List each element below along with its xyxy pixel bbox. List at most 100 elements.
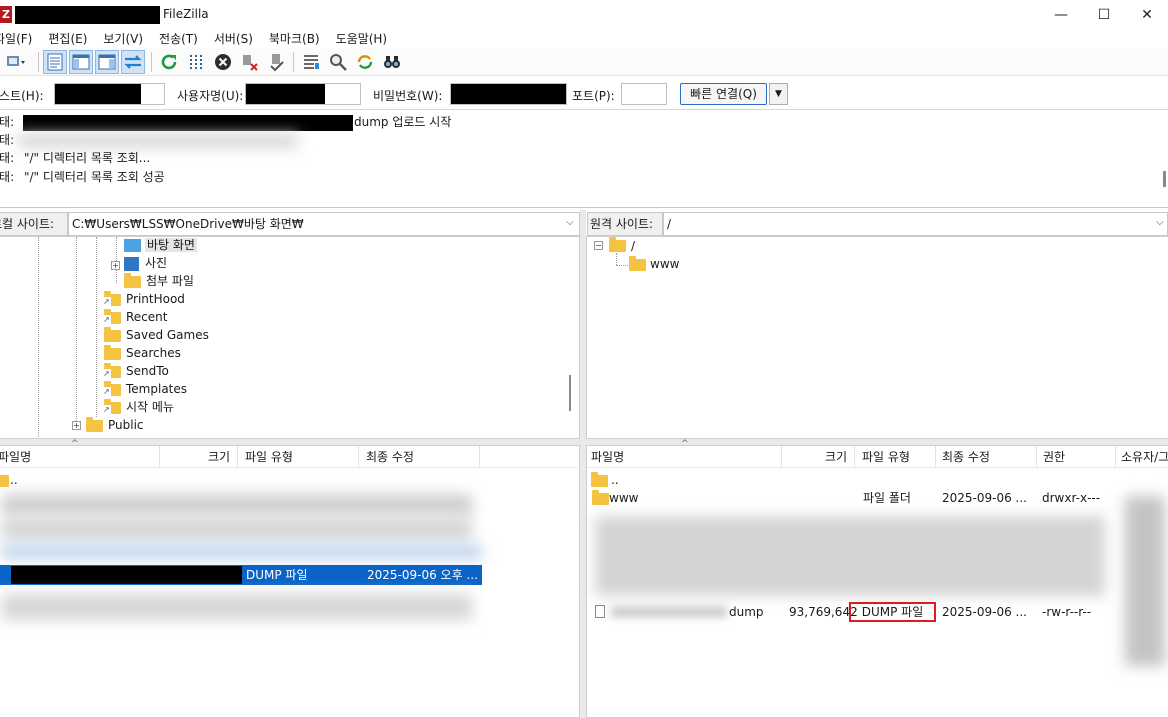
log-line: 상태: (0, 115, 15, 129)
refresh-button[interactable] (157, 50, 181, 74)
tree-item-desktop[interactable]: 바탕 화면 (124, 236, 197, 254)
message-log[interactable]: 상태: dump 업로드 시작 상태: 상태: "/" 디렉터리 목록 조회..… (0, 111, 1168, 208)
toggle-queue-button[interactable] (121, 50, 145, 74)
blurred-file-row (2, 545, 482, 559)
blurred-file-row (2, 494, 472, 516)
local-directory-tree[interactable]: 바탕 화면 + 사진 첨부 파일 PrintHood Recent Saved … (0, 236, 580, 439)
toggle-local-tree-button[interactable] (69, 50, 93, 74)
menu-server[interactable]: 서버(S) (210, 30, 257, 48)
menu-bookmarks[interactable]: 북마크(B) (265, 30, 324, 48)
quickconnect-history-button[interactable]: ▼ (769, 83, 788, 105)
minimize-button[interactable]: — (1038, 0, 1084, 30)
column-permissions[interactable]: 권한 (1043, 446, 1065, 468)
disconnect-button[interactable] (238, 50, 262, 74)
folder-icon (104, 345, 121, 360)
expand-toggle[interactable]: + (111, 261, 120, 270)
file-name: www (609, 491, 639, 505)
close-button[interactable]: ✕ (1124, 0, 1168, 30)
tree-item-saved-games[interactable]: Saved Games (104, 326, 209, 344)
port-label: 포트(P): (572, 89, 615, 103)
remote-path-input[interactable]: / (663, 212, 1168, 236)
remote-tree-icon (98, 54, 116, 70)
tree-item-attachments[interactable]: 첨부 파일 (124, 272, 194, 290)
folder-icon (592, 490, 609, 505)
local-file-list[interactable]: 파일명 ^ 크기 파일 유형 최종 수정 .. DUMP 파일 2025-09-… (0, 439, 580, 718)
port-input[interactable] (621, 83, 667, 105)
filezilla-logo-icon: Z (0, 6, 12, 23)
sync-browsing-button[interactable] (353, 50, 377, 74)
column-modified[interactable]: 최종 수정 (942, 446, 990, 468)
remote-site-label: 원격 사이트: (587, 212, 663, 236)
cancel-operation-button[interactable] (211, 50, 235, 74)
folder-icon (629, 256, 646, 271)
chevron-down-icon[interactable]: ⌵ (1156, 217, 1164, 228)
expand-toggle[interactable]: + (72, 421, 81, 430)
folder-icon (0, 475, 9, 487)
column-type[interactable]: 파일 유형 (862, 446, 910, 468)
blurred-file-rows (595, 516, 1105, 596)
log-line-text: dump 업로드 시작 (354, 115, 452, 129)
column-modified[interactable]: 최종 수정 (366, 446, 414, 468)
redacted-password (451, 84, 566, 104)
toggle-remote-tree-button[interactable] (95, 50, 119, 74)
tree-item-start-menu[interactable]: 시작 메뉴 (103, 398, 174, 416)
tree-item-recent[interactable]: Recent (103, 308, 167, 326)
folder-icon (86, 417, 103, 432)
quickconnect-button[interactable]: 빠른 연결(Q) (680, 83, 767, 105)
local-site-bar: 로컬 사이트: C:₩Users₩LSS₩OneDrive₩바탕 화면₩ ⌵ (0, 212, 580, 236)
process-queue-button[interactable] (184, 50, 208, 74)
blurred-owner-column (1125, 496, 1165, 666)
directory-listing-filters-button[interactable] (299, 50, 323, 74)
site-manager-button[interactable] (0, 50, 32, 74)
local-tree-scrollbar[interactable] (569, 375, 571, 411)
table-row[interactable]: dump 93,769,642 DUMP 파일 2025-09-06 ... -… (587, 602, 1168, 622)
log-line: 상태: "/" 디렉터리 목록 조회... (0, 151, 151, 165)
sort-ascending-icon: ^ (71, 439, 79, 449)
menu-help[interactable]: 도움말(H) (332, 30, 392, 48)
tree-item-sendto[interactable]: SendTo (103, 362, 169, 380)
menu-transfer[interactable]: 전송(T) (155, 30, 202, 48)
list-item-parent[interactable]: .. (591, 470, 619, 490)
tree-item-public[interactable]: Public (86, 416, 144, 434)
column-type[interactable]: 파일 유형 (245, 446, 293, 468)
column-size[interactable]: 크기 (208, 446, 230, 468)
maximize-button[interactable]: ☐ (1081, 0, 1127, 30)
local-list-header: 파일명 ^ 크기 파일 유형 최종 수정 (0, 439, 578, 468)
menu-edit[interactable]: 편집(E) (44, 30, 91, 48)
table-row-selected[interactable]: DUMP 파일 2025-09-06 오후 ... (0, 565, 482, 585)
column-size[interactable]: 크기 (825, 446, 847, 468)
tree-item-searches[interactable]: Searches (104, 344, 181, 362)
tree-item-templates[interactable]: Templates (103, 380, 187, 398)
folder-shortcut-icon (103, 399, 121, 414)
chevron-down-icon[interactable]: ⌵ (566, 217, 574, 228)
column-filename[interactable]: 파일명 (0, 446, 31, 468)
remote-file-list[interactable]: 파일명 ^ 크기 파일 유형 최종 수정 권한 소유자/그룹 .. www 파일… (586, 439, 1168, 718)
directory-compare-button[interactable] (326, 50, 350, 74)
tree-item-photos[interactable]: 사진 (124, 254, 167, 272)
toggle-log-button[interactable] (43, 50, 67, 74)
column-owner-group[interactable]: 소유자/그룹 (1121, 446, 1168, 468)
file-modified: 2025-09-06 ... (942, 491, 1027, 505)
local-site-label: 로컬 사이트: (0, 212, 68, 236)
table-row[interactable]: www 파일 폴더 2025-09-06 ... drwxr-x--- (587, 488, 1168, 508)
collapse-toggle[interactable]: − (594, 241, 603, 250)
redacted-host (55, 84, 141, 104)
sync-icon (357, 55, 373, 69)
column-filename[interactable]: 파일명 (591, 446, 624, 468)
reconnect-button[interactable] (265, 50, 289, 74)
tree-item-root[interactable]: / (609, 237, 635, 255)
list-item-parent[interactable]: .. (0, 470, 18, 490)
menu-file[interactable]: 파일(F) (0, 30, 36, 48)
log-scrollbar[interactable] (1163, 171, 1166, 187)
remote-directory-tree[interactable]: − / www (586, 236, 1168, 439)
tree-item-www[interactable]: www (629, 255, 679, 273)
file-name: dump (729, 605, 764, 619)
blurred-filename (611, 606, 727, 618)
log-line: 상태: "/" 디렉터리 목록 조회 성공 (0, 170, 165, 184)
menu-view[interactable]: 보기(V) (99, 30, 147, 48)
local-path-input[interactable]: C:₩Users₩LSS₩OneDrive₩바탕 화면₩ (68, 212, 580, 236)
tree-item-printhood[interactable]: PrintHood (103, 290, 185, 308)
find-files-button[interactable] (380, 50, 404, 74)
redacted-filename (11, 566, 242, 584)
compare-icon (330, 54, 347, 71)
